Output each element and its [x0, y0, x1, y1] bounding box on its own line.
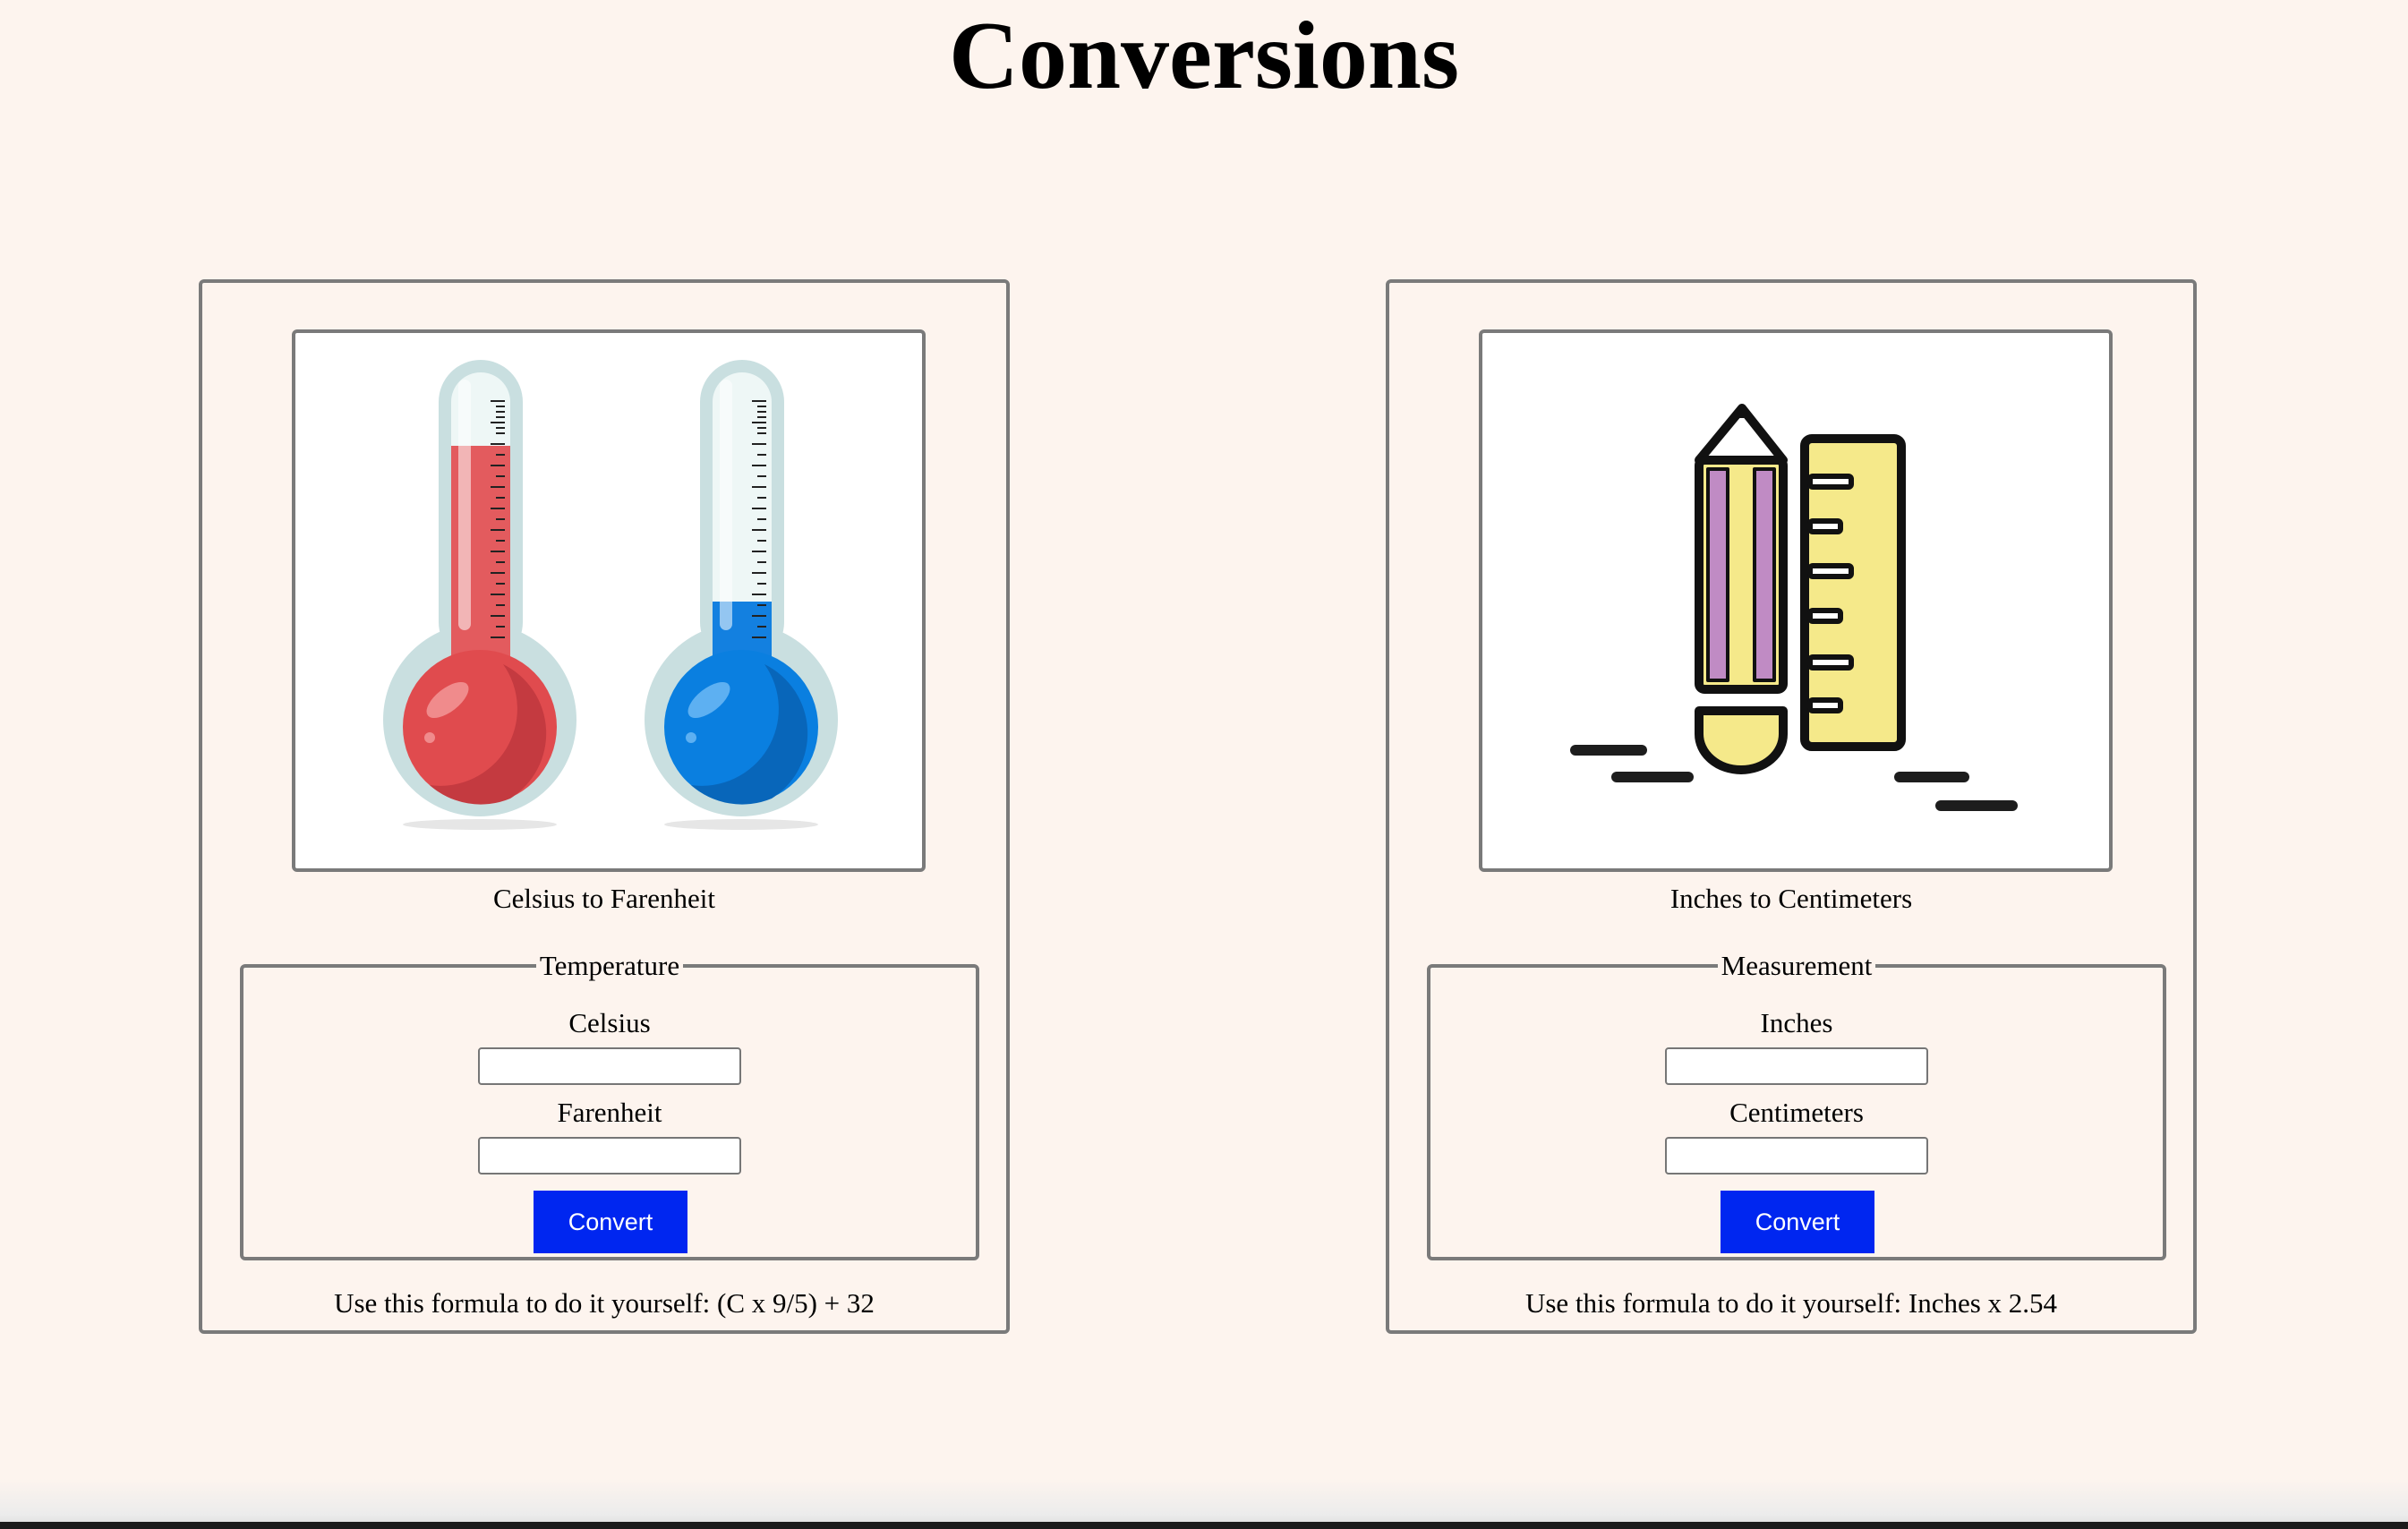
celsius-input[interactable] [478, 1047, 741, 1085]
measurement-fieldset: Measurement Inches Centimeters Convert [1427, 951, 2166, 1260]
inches-input[interactable] [1665, 1047, 1928, 1085]
celsius-label: Celsius [568, 1007, 651, 1038]
measurement-caption: Inches to Centimeters [1669, 883, 1913, 914]
page-title: Conversions [948, 3, 1460, 109]
pencil-ruler-image [1479, 329, 2113, 872]
measurement-legend: Measurement [1721, 950, 1873, 981]
farenheit-label: Farenheit [557, 1097, 662, 1128]
centimeters-input[interactable] [1665, 1137, 1928, 1175]
measurement-formula: Use this formula to do it yourself: Inch… [1524, 1287, 2058, 1319]
pencil-ruler-icon [1570, 404, 2018, 811]
measurement-card: Inches to Centimeters Measurement Inches… [1386, 279, 2197, 1334]
farenheit-input[interactable] [478, 1137, 741, 1175]
convert-temperature-button[interactable]: Convert [534, 1191, 687, 1253]
temperature-fieldset: Temperature Celsius Farenheit Convert [240, 951, 979, 1260]
convert-measurement-button[interactable]: Convert [1721, 1191, 1874, 1253]
temperature-formula: Use this formula to do it yourself: (C x… [334, 1287, 875, 1319]
centimeters-label: Centimeters [1729, 1097, 1864, 1128]
temperature-card: Celsius to Farenheit Temperature Celsius… [199, 279, 1010, 1334]
thermometer-icon [383, 360, 838, 830]
temperature-caption: Celsius to Farenheit [493, 883, 715, 914]
inches-label: Inches [1760, 1007, 1833, 1038]
thermometers-image [292, 329, 926, 872]
temperature-legend: Temperature [539, 950, 680, 981]
window-bottom-edge [0, 1522, 2408, 1529]
